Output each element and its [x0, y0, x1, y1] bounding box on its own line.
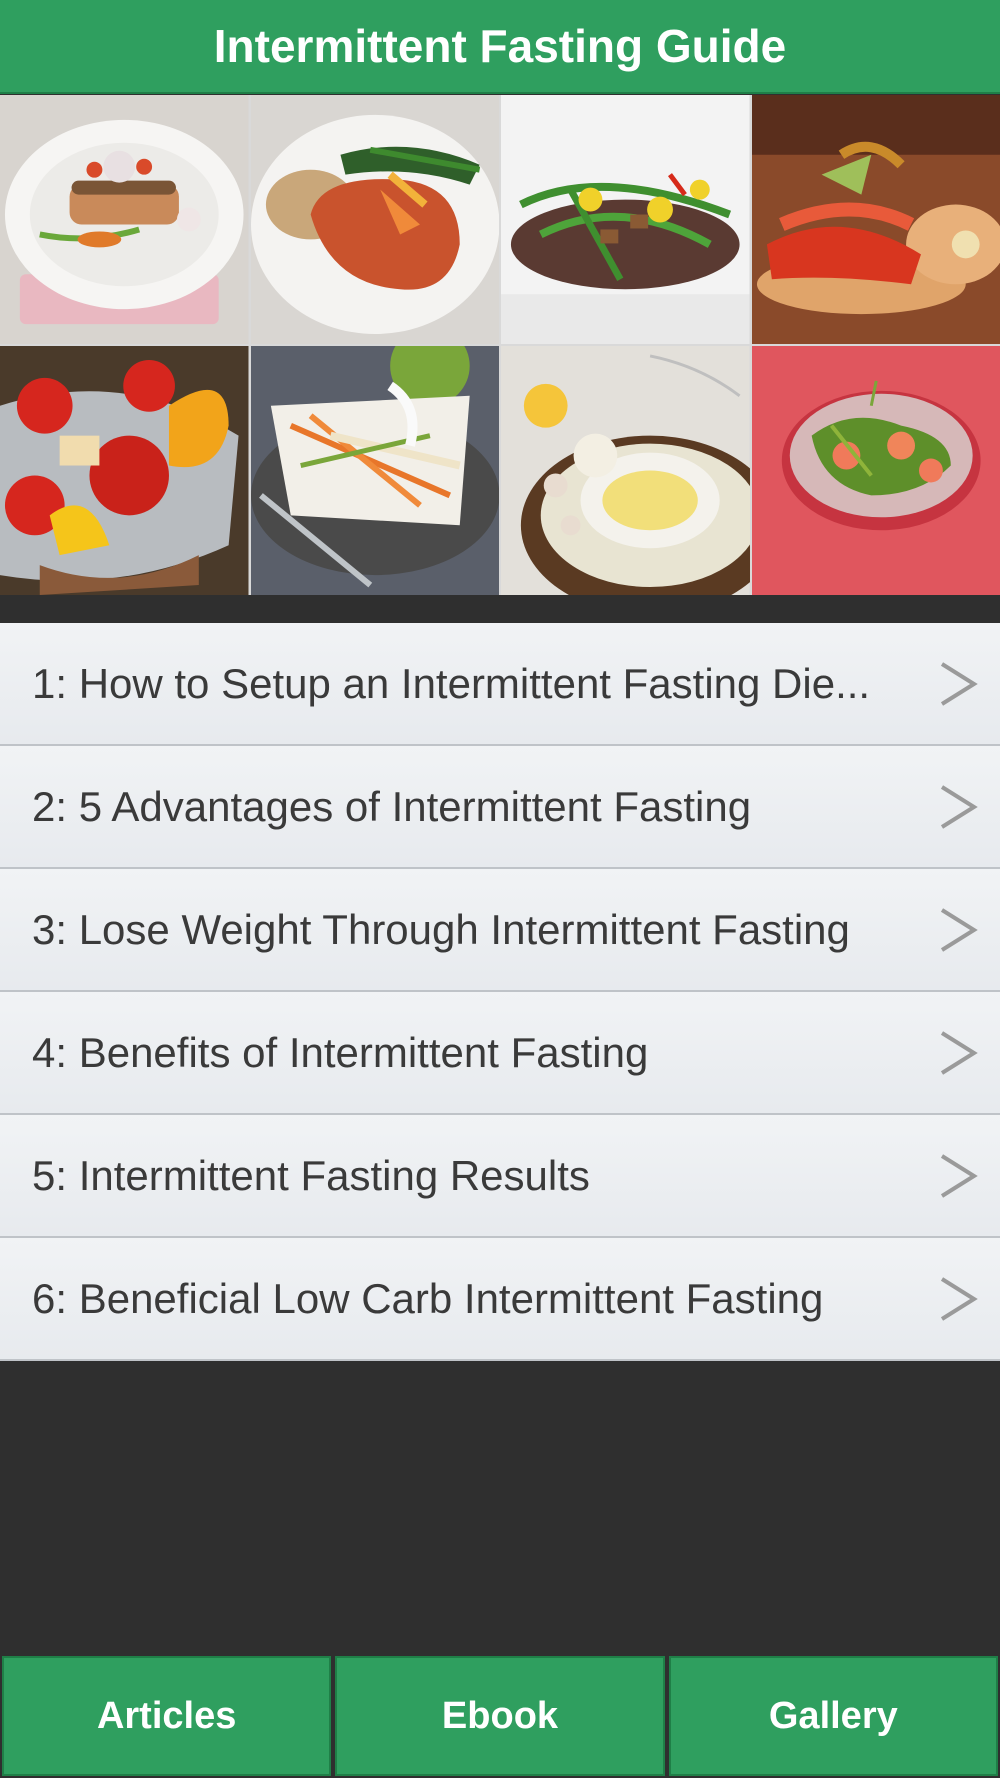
chevron-right-icon: [940, 661, 978, 706]
list-item-label: 4: Benefits of Intermittent Fasting: [32, 1028, 649, 1076]
food-gallery: [0, 95, 1000, 595]
app-header: Intermittent Fasting Guide: [0, 0, 1000, 94]
butter-dip-image[interactable]: [501, 346, 750, 595]
list-item[interactable]: 1: How to Setup an Intermittent Fasting …: [0, 623, 1000, 746]
tostada-image[interactable]: [751, 95, 1000, 344]
list-item[interactable]: 6: Beneficial Low Carb Intermittent Fast…: [0, 1238, 1000, 1361]
tab-gallery-label: Gallery: [768, 1694, 898, 1737]
chevron-right-icon: [940, 907, 978, 952]
tab-ebook[interactable]: Ebook: [335, 1656, 665, 1776]
list-item-label: 3: Lose Weight Through Intermittent Fast…: [32, 905, 850, 953]
chevron-right-icon: [940, 784, 978, 829]
article-list: 1: How to Setup an Intermittent Fasting …: [0, 623, 1000, 1361]
chevron-right-icon: [940, 1276, 978, 1321]
app-title: Intermittent Fasting Guide: [213, 20, 787, 72]
list-item[interactable]: 2: 5 Advantages of Intermittent Fasting: [0, 746, 1000, 869]
slaw-salad-image[interactable]: [250, 346, 499, 595]
salmon-plate-image[interactable]: [0, 95, 249, 344]
divider-band: [0, 595, 1000, 623]
list-item[interactable]: 5: Intermittent Fasting Results: [0, 1115, 1000, 1238]
chevron-right-icon: [940, 1153, 978, 1198]
chevron-right-icon: [940, 1030, 978, 1075]
list-item-label: 2: 5 Advantages of Intermittent Fasting: [32, 782, 752, 830]
tab-articles-label: Articles: [96, 1694, 237, 1737]
tab-gallery[interactable]: Gallery: [668, 1656, 998, 1776]
bottom-tab-bar: Articles Ebook Gallery: [0, 1654, 1000, 1778]
tab-articles[interactable]: Articles: [2, 1656, 332, 1776]
grapefruit-salad-image[interactable]: [751, 346, 1000, 595]
green-bean-stirfry-image[interactable]: [501, 95, 750, 344]
list-item[interactable]: 4: Benefits of Intermittent Fasting: [0, 992, 1000, 1115]
list-item[interactable]: 3: Lose Weight Through Intermittent Fast…: [0, 869, 1000, 992]
list-item-label: 1: How to Setup an Intermittent Fasting …: [32, 659, 871, 707]
list-item-label: 5: Intermittent Fasting Results: [32, 1151, 590, 1199]
glazed-salmon-image[interactable]: [250, 95, 499, 344]
fruit-bowl-image[interactable]: [0, 346, 249, 595]
list-item-label: 6: Beneficial Low Carb Intermittent Fast…: [32, 1274, 824, 1322]
tab-ebook-label: Ebook: [441, 1694, 559, 1737]
